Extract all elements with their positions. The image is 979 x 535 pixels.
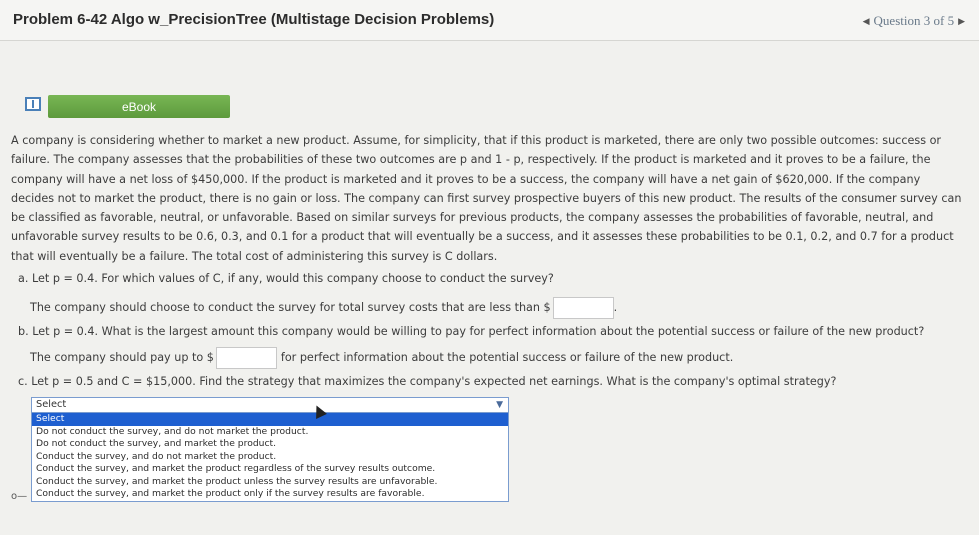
part-b-question: b. Let p = 0.4. What is the largest amou… [18,325,925,338]
problem-line: A company is considering whether to mark… [11,134,942,147]
dropdown-selected-value: Select [36,399,67,410]
part-a-answer-suffix: . [613,301,618,314]
dropdown-option[interactable]: Do not conduct the survey, and do not ma… [32,426,508,439]
dropdown-option[interactable]: Conduct the survey, and do not market th… [32,451,508,464]
dropdown-option[interactable]: Do not conduct the survey, and market th… [32,438,508,451]
part-b-answer-suffix: for perfect information about the potent… [280,351,734,364]
key-icon: o— [11,491,28,502]
dropdown-option[interactable]: Conduct the survey, and market the produ… [32,463,508,476]
problem-line: company will have a net loss of $450,000… [11,172,921,186]
problem-statement: A company is considering whether to mark… [11,131,966,266]
book-icon[interactable] [25,97,41,111]
dropdown-option[interactable]: Select [32,413,508,426]
part-a-question: a. Let p = 0.4. For which values of C, i… [18,272,554,285]
strategy-dropdown[interactable]: Select ▼ [31,397,509,413]
part-a-answer-prefix: The company should choose to conduct the… [30,301,551,314]
question-counter: Question 3 of 5 [873,13,955,28]
problem-title: Problem 6-42 Algo w_PrecisionTree (Multi… [13,11,495,28]
problem-header: Problem 6-42 Algo w_PrecisionTree (Multi… [0,0,979,41]
problem-line: decides not to market the product, there… [11,191,962,205]
ebook-button[interactable]: eBook [48,95,230,118]
next-question-icon[interactable]: ▶ [958,16,965,27]
part-b-answer-row: The company should pay up to $ for perfec… [30,347,733,369]
prev-question-icon[interactable]: ◀ [863,16,870,27]
strategy-dropdown-options: Select Do not conduct the survey, and do… [31,413,509,502]
chevron-down-icon: ▼ [496,400,503,410]
question-navigator: ◀ Question 3 of 5 ▶ [863,13,965,29]
problem-line: failure. The company assesses that the p… [11,153,931,167]
part-a-answer-row: The company should choose to conduct the… [30,297,617,319]
dropdown-option[interactable]: Conduct the survey, and market the produ… [32,476,508,489]
part-b-answer-prefix: The company should pay up to $ [30,351,214,364]
part-b-answer-input[interactable] [215,347,277,369]
problem-line: unfavorable survey results to be 0.6, 0.… [11,230,954,244]
problem-line: that will eventually be a failure. The t… [11,249,498,263]
dropdown-option[interactable]: Conduct the survey, and market the produ… [32,488,508,501]
part-a-answer-input[interactable] [552,297,614,319]
part-c-question: c. Let p = 0.5 and C = $15,000. Find the… [18,375,837,388]
problem-line: be classified as favorable, neutral, or … [11,211,934,225]
